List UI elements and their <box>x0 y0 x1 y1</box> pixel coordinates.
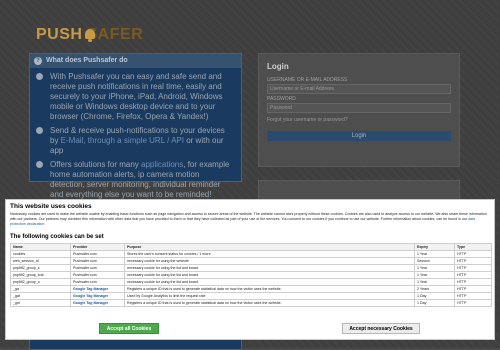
table-row: web_session_id Pushsafer.com necessary coo… <box>10 257 492 265</box>
table-cell: HTTP <box>454 264 492 272</box>
info-item: Send & receive push-notifications to you… <box>36 126 235 156</box>
table-cell: Pushsafer.com <box>70 278 125 286</box>
table-cell: HTTP <box>454 271 492 279</box>
table-cell: HTTP <box>454 299 492 307</box>
table-cell: 1 Year <box>414 264 455 272</box>
cookie-consent-dialog: This website uses cookies Necessary cook… <box>5 199 495 340</box>
cookie-list-title: The following cookies can be set <box>10 234 104 240</box>
bullet-icon <box>36 127 43 134</box>
table-cell: Session <box>414 257 455 265</box>
table-row: _gat Google Tag Manager Used by Google Ana… <box>10 292 492 300</box>
table-cell: Google Tag Manager <box>70 285 125 293</box>
table-cell: 1 Day <box>414 292 455 300</box>
table-cell: Stores the user's consent status for coo… <box>124 250 415 258</box>
info-item: Offers solutions for many applications, … <box>36 160 235 200</box>
info-item-link[interactable]: applications <box>141 160 183 169</box>
info-item-text: With Pushsafer you can easy and safe sen… <box>50 72 223 121</box>
cookie-table-header: Name Provider Purpose Expiry Type <box>10 243 492 251</box>
table-cell: Pushsafer.com <box>70 264 125 272</box>
accept-necessary-cookies-button[interactable]: Accept necessary Cookies <box>342 323 420 334</box>
table-cell: Used by Google Analytics to limit the re… <box>124 292 415 300</box>
table-row: _gid Google Tag Manager Registers a unique… <box>10 299 492 307</box>
table-row: cookies Pushsafer.com Stores the user's co… <box>10 250 492 258</box>
table-cell: _ga <box>10 285 71 293</box>
table-cell: Registers a unique ID that is used to ge… <box>124 299 415 307</box>
username-input[interactable]: Username or E-mail Address <box>267 84 451 94</box>
table-cell: Pushsafer.com <box>70 271 125 279</box>
login-title: Login <box>267 62 289 71</box>
table-cell: Registers a unique ID that is used to ge… <box>124 285 415 293</box>
table-cell: pnpfilt2_group_o <box>10 278 71 286</box>
table-cell: 1 Year <box>414 278 455 286</box>
cookie-description: Necessary cookies are used to make the w… <box>10 212 487 221</box>
table-cell: _gat <box>10 292 71 300</box>
table-cell: Google Tag Manager <box>70 299 125 307</box>
forgot-password-link[interactable]: Forgot your username or password? <box>259 113 459 127</box>
table-cell: 1 Day <box>414 299 455 307</box>
login-panel: Login USERNAME OR E-MAIL ADDRESS Usernam… <box>258 53 460 167</box>
info-item-text: Offers solutions for many <box>50 160 141 169</box>
question-icon: ? <box>34 57 42 65</box>
username-label: USERNAME OR E-MAIL ADDRESS <box>267 77 348 83</box>
info-item-link[interactable]: E-Mail, through a simple URL / API <box>61 136 184 145</box>
table-row: pnpfilt2_group_sub Pushsafer.com necessary… <box>10 271 492 279</box>
table-cell: _gid <box>10 299 71 307</box>
table-cell: HTTP <box>454 257 492 265</box>
table-cell: HTTP <box>454 292 492 300</box>
table-cell: Pushsafer.com <box>70 250 125 258</box>
bullet-icon <box>36 161 43 168</box>
table-cell: Pushsafer.com <box>70 257 125 265</box>
cookie-table: Name Provider Purpose Expiry Type cookies Pus… <box>10 243 492 307</box>
table-row: pnpfilt2_group_s Pushsafer.com necessary c… <box>10 264 492 272</box>
bullet-icon <box>36 73 43 80</box>
table-cell: necessary cookie for using the list and … <box>124 271 415 279</box>
column-header: Expiry <box>414 243 455 251</box>
login-button[interactable]: Login <box>267 131 451 141</box>
table-cell: 1 Year <box>414 271 455 279</box>
table-cell: necessary cookie for using the website <box>124 257 415 265</box>
column-header: Provider <box>70 243 125 251</box>
table-cell: HTTP <box>454 278 492 286</box>
accept-all-cookies-button[interactable]: Accept all Cookies <box>99 323 159 334</box>
info-panel-header: ? What does Pushsafer do <box>30 54 241 68</box>
password-input[interactable]: Password <box>267 103 451 113</box>
cookie-dialog-title: This website uses cookies <box>10 203 92 210</box>
table-cell: 2 Years <box>414 285 455 293</box>
column-header: Purpose <box>124 243 415 251</box>
column-header: Name <box>10 243 71 251</box>
table-cell: pnpfilt2_group_sub <box>10 271 71 279</box>
table-cell: HTTP <box>454 285 492 293</box>
table-cell: 1 Year <box>414 250 455 258</box>
table-cell: necessary cookie for using the list and … <box>124 264 415 272</box>
table-cell: Google Tag Manager <box>70 292 125 300</box>
column-header: Type <box>454 243 492 251</box>
table-row: pnpfilt2_group_o Pushsafer.com necessary c… <box>10 278 492 286</box>
logo-text-push: PUSH <box>36 26 83 43</box>
info-panel: ? What does Pushsafer do With Pushsafer … <box>29 53 242 199</box>
logo[interactable]: PUSH SAFER <box>36 22 143 48</box>
cookie-table-body: cookies Pushsafer.com Stores the user's co… <box>10 250 492 307</box>
table-row: _ga Google Tag Manager Registers a unique … <box>10 285 492 293</box>
table-cell: web_session_id <box>10 257 71 265</box>
table-cell: HTTP <box>454 250 492 258</box>
table-cell: necessary cookie for using the list and … <box>124 278 415 286</box>
table-cell: cookies <box>10 250 71 258</box>
password-label: PASSWORD <box>267 96 296 102</box>
info-item: With Pushsafer you can easy and safe sen… <box>36 72 235 122</box>
info-panel-body: With Pushsafer you can easy and safe sen… <box>30 68 241 200</box>
table-cell: pnpfilt2_group_s <box>10 264 71 272</box>
cookie-dialog-text: Necessary cookies are used to make the w… <box>10 212 490 227</box>
info-panel-title: What does Pushsafer do <box>46 57 128 64</box>
